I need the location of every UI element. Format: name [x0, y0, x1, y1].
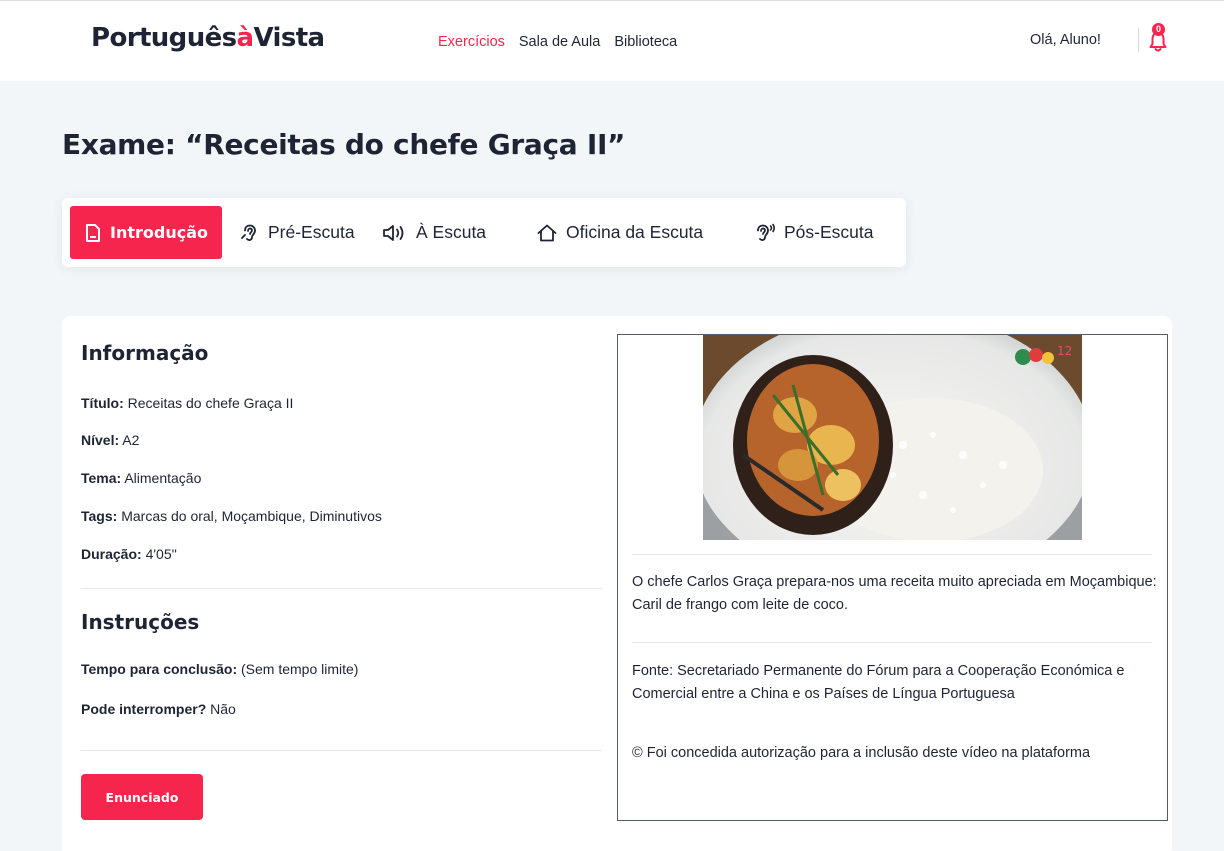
field-value: (Sem tempo limite) [237, 661, 359, 677]
header-divider [1138, 28, 1139, 52]
video-thumbnail-image: 12 [703, 335, 1082, 540]
media-divider [632, 642, 1152, 643]
field-value: Não [206, 701, 236, 717]
speaker-icon [382, 223, 408, 243]
video-source: Fonte: Secretariado Permanente do Fórum … [632, 663, 1125, 702]
svg-text:12: 12 [1057, 344, 1072, 358]
field-label: Pode interromper? [81, 701, 207, 717]
tab-label: Pós-Escuta [784, 222, 874, 242]
enunciado-button[interactable]: Enunciado [81, 774, 203, 820]
document-icon [84, 223, 102, 243]
tab-oficina-da-escuta[interactable]: Oficina da Escuta [536, 206, 703, 259]
tab-label: Introdução [110, 223, 208, 242]
instructions-tempo: Tempo para conclusão: (Sem tempo limite) [81, 661, 358, 677]
nav-exercicios[interactable]: Exercícios [438, 34, 505, 50]
field-label: Tags: [81, 508, 118, 524]
nav-biblioteca[interactable]: Biblioteca [614, 34, 677, 50]
user-greeting[interactable]: Olá, Aluno! [1030, 32, 1101, 48]
exam-tabs: Introdução Pré-Escuta À Escuta Oficina d… [62, 198, 906, 267]
info-heading: Informação [81, 341, 209, 365]
home-icon [536, 223, 558, 243]
tab-pos-escuta[interactable]: Pós-Escuta [754, 206, 873, 259]
section-divider [81, 588, 602, 589]
video-copyright: © Foi concedida autorização para a inclu… [632, 745, 1091, 761]
video-description: O chefe Carlos Graça prepara-nos uma rec… [632, 574, 1157, 613]
exam-info-card: Informação Título: Receitas do chefe Gra… [62, 316, 1172, 851]
tab-label: Pré-Escuta [268, 222, 355, 242]
field-label: Tempo para conclusão: [81, 661, 238, 677]
instructions-heading: Instruções [81, 610, 200, 634]
top-navbar: PortuguêsàVista Exercícios Sala de Aula … [0, 0, 1224, 81]
info-duracao: Duração: 4'05'' [81, 546, 177, 562]
field-value: Alimentação [121, 470, 202, 486]
logo[interactable]: PortuguêsàVista [91, 23, 325, 53]
field-label: Tema: [81, 470, 122, 486]
instructions-interromper: Pode interromper? Não [81, 701, 236, 717]
logo-accent: à [236, 23, 255, 53]
field-label: Título: [81, 395, 124, 411]
tab-pre-escuta[interactable]: Pré-Escuta [240, 206, 355, 259]
field-value: A2 [119, 432, 140, 448]
media-panel: 12 O chefe Carlos Graça prepara-nos uma … [617, 334, 1168, 821]
page-title: Exame: “Receitas do chefe Graça II” [62, 128, 626, 161]
field-label: Duração: [81, 546, 142, 562]
notifications-button[interactable]: 0 [1148, 23, 1168, 53]
ear-sound-icon [754, 223, 776, 243]
info-tags: Tags: Marcas do oral, Moçambique, Diminu… [81, 508, 382, 524]
field-value: 4'05'' [141, 546, 177, 562]
field-label: Nível: [81, 432, 120, 448]
section-divider [81, 750, 602, 751]
main-nav: Exercícios Sala de Aula Biblioteca [438, 34, 691, 50]
info-titulo: Título: Receitas do chefe Graça II [81, 395, 293, 411]
tab-label: Oficina da Escuta [566, 222, 704, 242]
tab-introducao[interactable]: Introdução [70, 206, 222, 259]
field-value: Marcas do oral, Moçambique, Diminutivos [117, 508, 382, 524]
info-tema: Tema: Alimentação [81, 470, 201, 486]
ear-icon [240, 223, 260, 243]
logo-end: Vista [253, 23, 325, 53]
media-divider [632, 554, 1152, 555]
notification-count-badge: 0 [1152, 23, 1165, 36]
info-nivel: Nível: A2 [81, 432, 139, 448]
tab-label: À Escuta [416, 222, 487, 242]
tab-a-escuta[interactable]: À Escuta [382, 206, 486, 259]
logo-main: Português [91, 23, 237, 53]
video-thumbnail[interactable]: 12 [703, 335, 1082, 540]
field-value: Receitas do chefe Graça II [123, 395, 294, 411]
nav-sala-de-aula[interactable]: Sala de Aula [519, 34, 600, 50]
